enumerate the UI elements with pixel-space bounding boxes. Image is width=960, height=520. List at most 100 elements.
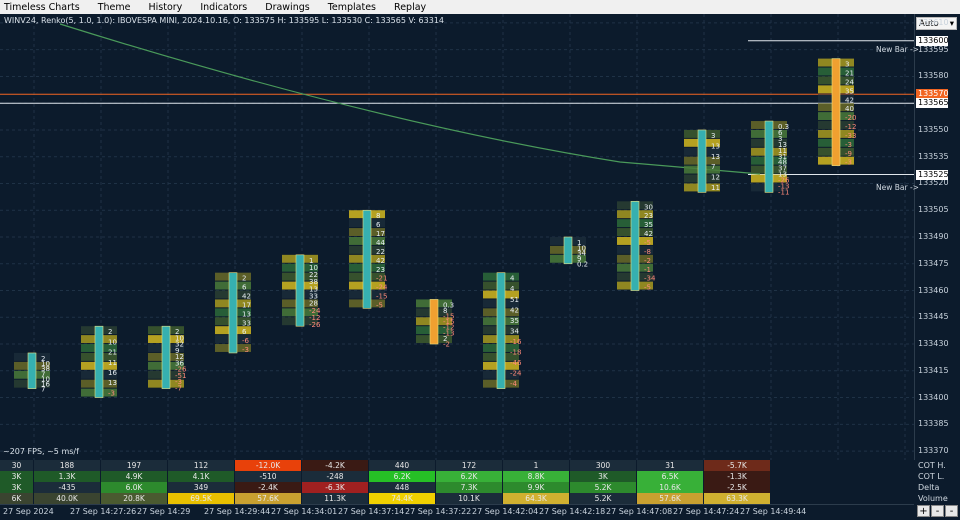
renko-brick <box>228 272 238 354</box>
footprint-value: -5 <box>376 301 383 309</box>
footprint-value: 6 <box>376 221 381 229</box>
footprint-value: 30 <box>644 203 653 211</box>
zoom-out-button[interactable]: - <box>931 505 944 517</box>
footprint-value: 13 <box>711 153 720 161</box>
footprint-value: 13 <box>108 379 117 387</box>
footprint-value: -5 <box>644 284 651 292</box>
stat-cell: -2.4K <box>235 482 301 493</box>
stat-cell: 20.8K <box>101 493 167 504</box>
footprint-value: 42 <box>510 306 519 314</box>
time-tick-label: 27 Sep 14:42:18 <box>539 507 606 516</box>
renko-brick <box>27 352 37 389</box>
footprint-value: -12 <box>845 123 856 131</box>
stat-cell: 63.3K <box>704 493 770 504</box>
time-tick-label: 27 Sep 14:37:14 <box>338 507 405 516</box>
stat-cell: 112 <box>168 460 234 471</box>
footprint-value: 17 <box>242 301 251 309</box>
time-tick-label: 27 Sep 14:29:44 <box>204 507 271 516</box>
stat-cell: 300 <box>570 460 636 471</box>
footprint-value: -11 <box>778 188 789 196</box>
stats-row-cot-l: 3K 1.3K 4.9K 4.1K -510 -248 6.2K 6.2K 8.8K 3K 6.5K… <box>0 471 914 482</box>
stat-cell: 57.6K <box>637 493 703 504</box>
stat-cell: 10.6K <box>637 482 703 493</box>
stat-cell: 5.2K <box>570 482 636 493</box>
footprint-value: 44 <box>376 239 385 247</box>
footprint-value: 33 <box>242 319 251 327</box>
price-tick-label: 133430 <box>918 339 949 349</box>
time-axis[interactable]: 27 Sep 2024 27 Sep 14:27:26 27 Sep 14:29 27… <box>0 504 914 520</box>
stat-cell: -248 <box>302 471 368 482</box>
footprint-value: 3 <box>711 132 715 140</box>
stat-cell: -5.7K <box>704 460 770 471</box>
stats-row-delta: 3K -435 6.0K 349 -2.4K -6.3K 448 7.3K 9.9K 5.2K 10… <box>0 482 914 493</box>
footprint-value: 6 <box>242 284 247 292</box>
chart-info: WINV24, Renko(5, 1.0, 1.0): IBOVESPA MIN… <box>4 16 444 25</box>
stat-label-delta: Delta <box>918 483 940 492</box>
footprint-value: -33 <box>845 132 856 140</box>
footprint-value: -4 <box>510 380 518 388</box>
fps-readout: ~207 FPS, ~5 ms/f <box>3 447 79 456</box>
stat-cell: -6.3K <box>302 482 368 493</box>
time-tick-label: 27 Sep 14:42:04 <box>472 507 539 516</box>
footprint-value: 8 <box>376 212 380 220</box>
chevron-down-icon: ▾ <box>949 18 954 29</box>
stat-label-cot-l: COT L. <box>918 472 945 481</box>
price-tick-label: 133505 <box>918 205 949 215</box>
stat-cell: 57.6K <box>235 493 301 504</box>
footprint-value: 16 <box>108 369 117 377</box>
footprint-value: 42 <box>376 257 385 265</box>
menu-timeless-charts[interactable]: Timeless Charts <box>4 2 80 13</box>
stat-cell: 6K <box>0 493 33 504</box>
scroll-button[interactable]: - <box>945 505 958 517</box>
footprint-value: 13 <box>711 142 720 150</box>
footprint-value: 35 <box>845 87 854 95</box>
footprint-value: 3 <box>845 61 849 69</box>
price-tick-label: 133370 <box>918 446 949 456</box>
new-bar-label: New Bar -> <box>876 183 919 192</box>
stat-cell: -2.5K <box>704 482 770 493</box>
menu-history[interactable]: History <box>149 2 183 13</box>
stat-cell: 3K <box>570 471 636 482</box>
menu-replay[interactable]: Replay <box>394 2 426 13</box>
footprint-value: 6 <box>242 328 247 336</box>
stat-cell: 40.0K <box>34 493 100 504</box>
footprint-value: 2 <box>242 275 246 283</box>
price-tick-label: 133475 <box>918 258 949 268</box>
zoom-in-button[interactable]: + <box>917 505 930 517</box>
footprint-value: 23 <box>644 212 653 220</box>
stats-row-volume: 6K 40.0K 20.8K 69.5K 57.6K 11.3K 74.4K 10.1K 64.… <box>0 493 914 504</box>
renko-brick <box>764 120 774 193</box>
stat-cell: 1 <box>503 460 569 471</box>
stat-cell: 31 <box>637 460 703 471</box>
footprint-value: -15 <box>376 293 387 301</box>
menu-templates[interactable]: Templates <box>328 2 376 13</box>
renko-brick <box>161 325 171 389</box>
time-tick-label: 27 Sep 14:37:22 <box>405 507 472 516</box>
menu-indicators[interactable]: Indicators <box>200 2 247 13</box>
renko-brick <box>496 272 506 389</box>
footprint-value: 17 <box>376 230 385 238</box>
price-badge: 133525 <box>916 169 949 180</box>
stats-panel: 30 188 197 112 -12.0K -4.2K 440 172 1 300 31 -5.7K 3… <box>0 460 914 504</box>
time-tick-label: 27 Sep 14:29 <box>137 507 191 516</box>
footprint-value: 42 <box>644 230 653 238</box>
footprint-value: 2 <box>108 328 112 336</box>
footprint-value: 11 <box>711 184 720 192</box>
footprint-value: 35 <box>644 221 653 229</box>
stat-cell: 6.0K <box>101 482 167 493</box>
footprint-value: -21 <box>376 275 387 283</box>
menu-drawings[interactable]: Drawings <box>265 2 309 13</box>
stat-cell: -435 <box>34 482 100 493</box>
menu-theme[interactable]: Theme <box>98 2 131 13</box>
stat-cell: 188 <box>34 460 100 471</box>
stat-cell: 197 <box>101 460 167 471</box>
time-tick-label: 27 Sep 14:47:24 <box>673 507 740 516</box>
chart-area[interactable]: 2 10 38 7 10 16 7 2 10 21 11 16 13 -3 2 10 32 9 12 36 -26 -51… <box>0 14 914 460</box>
stats-row-cot-h: 30 188 197 112 -12.0K -4.2K 440 172 1 300 31 -5.7K <box>0 460 914 471</box>
time-tick-label: 27 Sep 2024 <box>3 507 54 516</box>
stat-cell: 5.2K <box>570 493 636 504</box>
stat-cell: 64.3K <box>503 493 569 504</box>
renko-brick <box>563 236 573 265</box>
price-tick-label: 133610 <box>918 17 949 27</box>
stat-cell: 69.5K <box>168 493 234 504</box>
